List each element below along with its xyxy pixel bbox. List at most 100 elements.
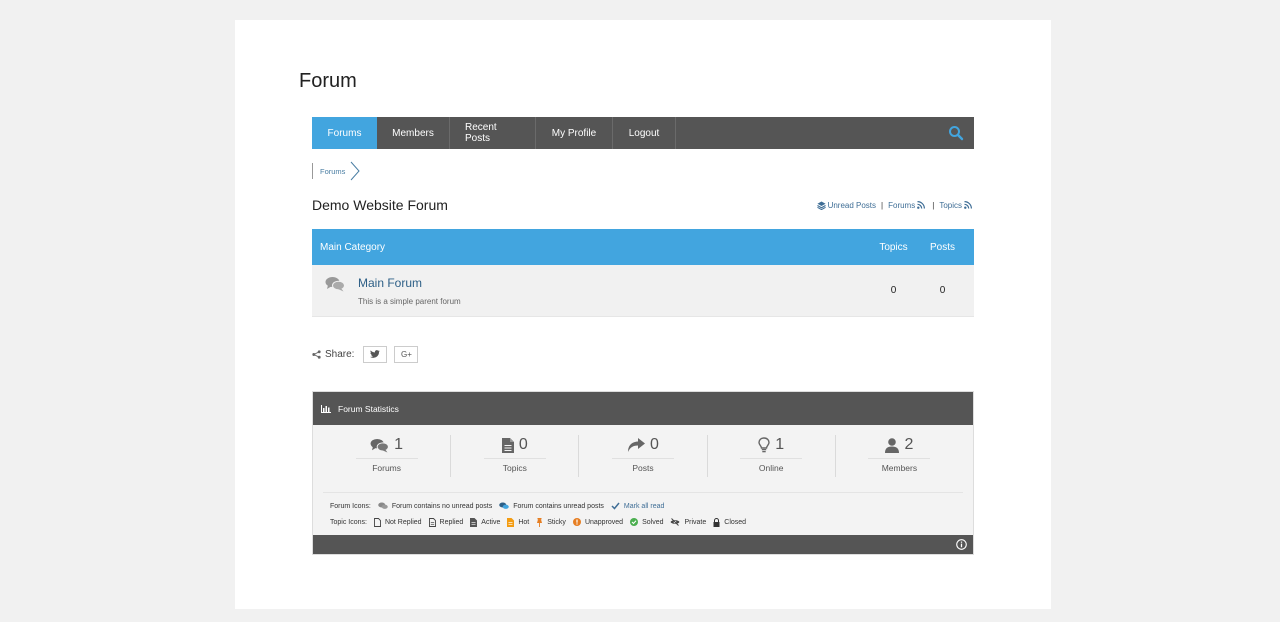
stat-members: 2 Members xyxy=(836,435,963,477)
forum-description: This is a simple parent forum xyxy=(358,296,461,306)
topics-feed-link[interactable]: Topics xyxy=(939,201,974,210)
search-icon[interactable] xyxy=(948,125,964,141)
legend-sticky: Sticky xyxy=(536,517,566,527)
category-header: Main Category Topics Posts xyxy=(312,229,974,265)
share-google-plus-button[interactable]: G+ xyxy=(394,345,419,363)
lock-icon xyxy=(713,517,720,527)
feed-links: Unread Posts | Forums | Topics xyxy=(815,201,974,210)
rss-icon xyxy=(964,201,972,209)
forum-name-link[interactable]: Main Forum xyxy=(358,276,869,290)
statistics-title: Forum Statistics xyxy=(338,403,399,414)
forum-row: Main Forum This is a simple parent forum… xyxy=(312,265,974,317)
legend-label: Replied xyxy=(439,518,464,526)
file-outline-icon xyxy=(374,517,381,527)
forum-info: Main Forum This is a simple parent forum xyxy=(358,276,869,306)
page-card: Forum Forums Members Recent Posts My Pro… xyxy=(235,20,1051,609)
forum-icons-legend: Forum Icons: Forum contains no unread po… xyxy=(330,498,956,514)
legend-label: Active xyxy=(481,518,501,526)
thumbtack-icon xyxy=(537,517,543,527)
check-circle-icon xyxy=(630,518,639,526)
stat-posts: 0 Posts xyxy=(579,435,708,477)
column-header-posts: Posts xyxy=(929,241,955,253)
legend-label: Private xyxy=(684,518,707,526)
legend-not-replied: Not Replied xyxy=(374,517,422,527)
legend-label: Not Replied xyxy=(384,518,422,526)
statistics-footer xyxy=(313,535,973,554)
stat-label: Online xyxy=(740,458,803,473)
topic-icons-label: Topic Icons: xyxy=(330,518,367,526)
info-icon[interactable] xyxy=(956,539,967,550)
stat-topics: 0 Topics xyxy=(451,435,580,477)
topics-feed-label: Topics xyxy=(939,200,962,210)
stat-value: 1 xyxy=(394,436,404,453)
separator: | xyxy=(932,200,935,210)
eye-slash-icon xyxy=(670,518,680,526)
file-text-icon xyxy=(470,517,478,527)
column-header-topics: Topics xyxy=(879,241,908,253)
legend-replied: Replied xyxy=(428,517,464,527)
nav-item-recent-posts[interactable]: Recent Posts xyxy=(450,117,536,149)
stat-label: Forums xyxy=(355,458,418,473)
page-title: Forum xyxy=(299,70,357,92)
comments-icon xyxy=(370,438,390,453)
forum-icons-label: Forum Icons: xyxy=(330,502,371,510)
rss-icon xyxy=(917,201,926,209)
legend-label: Closed xyxy=(724,518,747,526)
legend-no-unread-label: Forum contains no unread posts xyxy=(391,502,493,510)
stat-label: Members xyxy=(868,458,931,473)
exclamation-circle-icon xyxy=(572,518,581,526)
nav-item-logout[interactable]: Logout xyxy=(613,117,676,149)
forum-header: Demo Website Forum Unread Posts | Forums xyxy=(312,195,974,215)
forum-title: Demo Website Forum xyxy=(312,197,448,213)
legend-private: Private xyxy=(670,518,706,526)
stat-value: 1 xyxy=(775,436,785,453)
topic-icons-legend: Topic Icons: Not Replied Replied Active xyxy=(330,514,956,530)
stat-value: 2 xyxy=(904,436,914,453)
forum-container: Forums Members Recent Posts My Profile L… xyxy=(312,117,974,555)
nav-item-my-profile[interactable]: My Profile xyxy=(536,117,613,149)
hot-file-icon xyxy=(507,517,515,527)
legend-unread: Forum contains unread posts xyxy=(499,502,604,510)
comments-grey-icon xyxy=(378,502,388,509)
legend-label: Solved xyxy=(642,518,664,526)
stat-label: Posts xyxy=(612,458,674,473)
legend-no-unread: Forum contains no unread posts xyxy=(378,502,492,510)
breadcrumb: Forums xyxy=(312,161,974,181)
stat-value: 0 xyxy=(650,436,659,453)
nav-item-forums[interactable]: Forums xyxy=(312,117,377,149)
nav-item-members[interactable]: Members xyxy=(377,117,450,149)
comments-icon xyxy=(325,277,345,292)
comments-blue-icon xyxy=(499,502,509,509)
forums-feed-label: Forums xyxy=(888,200,916,210)
icon-legend: Forum Icons: Forum contains no unread po… xyxy=(323,493,963,530)
legend-label: Sticky xyxy=(547,518,566,526)
share-icon xyxy=(312,349,321,359)
share-bar: Share: G+ xyxy=(312,345,974,363)
statistics-row: 1 Forums 0 Topics 0 Posts 1 Online 2 Mem… xyxy=(323,435,963,493)
lightbulb-icon xyxy=(758,437,770,453)
unread-posts-label: Unread Posts xyxy=(827,200,877,210)
forum-topics-count: 0 xyxy=(890,285,897,296)
mark-all-read-link[interactable]: Mark all read xyxy=(611,502,664,510)
user-icon xyxy=(885,437,900,453)
legend-label: Unapproved xyxy=(584,518,624,526)
check-icon xyxy=(611,502,620,510)
forum-status-icon xyxy=(312,265,358,292)
statistics-body: 1 Forums 0 Topics 0 Posts 1 Online 2 Mem… xyxy=(313,425,973,530)
forum-posts-count: 0 xyxy=(939,285,946,296)
legend-label: Hot xyxy=(518,518,530,526)
forum-statistics: Forum Statistics 1 Forums 0 Topics 0 Pos… xyxy=(312,391,974,555)
category-name: Main Category xyxy=(320,241,386,253)
legend-active: Active xyxy=(470,517,501,527)
bar-chart-icon xyxy=(321,404,331,413)
twitter-icon xyxy=(370,350,381,358)
share-twitter-button[interactable] xyxy=(363,345,388,363)
layers-icon xyxy=(816,200,826,210)
stat-forums: 1 Forums xyxy=(323,435,452,477)
legend-solved: Solved xyxy=(630,518,663,526)
separator: | xyxy=(881,200,884,210)
breadcrumb-item-forums[interactable]: Forums xyxy=(312,163,353,179)
unread-posts-link[interactable]: Unread Posts xyxy=(815,201,876,210)
forums-feed-link[interactable]: Forums xyxy=(888,201,927,210)
legend-unapproved: Unapproved xyxy=(572,518,624,526)
